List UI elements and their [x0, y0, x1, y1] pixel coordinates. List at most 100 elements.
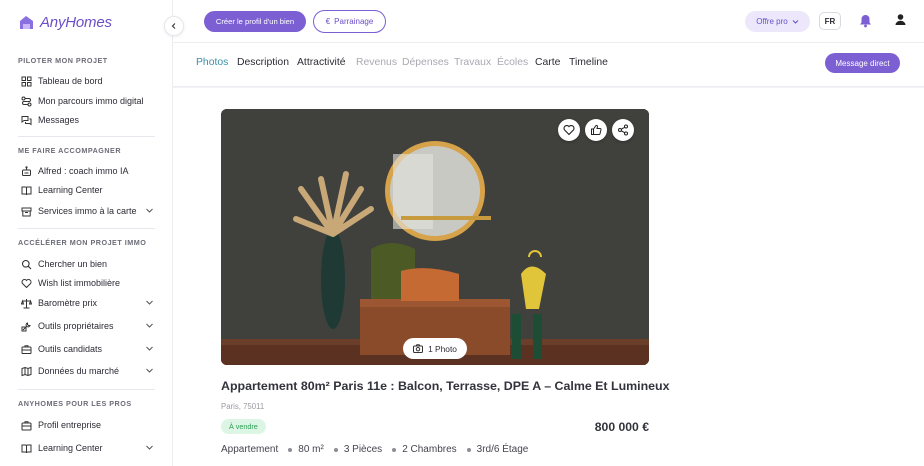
book-icon: [20, 442, 32, 454]
feature-separator: [392, 447, 397, 452]
top-bar: Créer le profil d'un bien € Parrainage O…: [173, 0, 924, 43]
feature-bedrooms: 2 Chambres: [402, 444, 457, 455]
sidebar-item-label: Learning Center: [38, 185, 103, 195]
feature-type: Appartement: [221, 444, 279, 455]
section-title-accompagner: ME FAIRE ACCOMPAGNER: [18, 146, 122, 155]
route-icon: [20, 95, 32, 107]
chevron-down-icon[interactable]: [145, 366, 154, 375]
share-icon: [618, 124, 628, 136]
tab-ecoles[interactable]: Écoles: [497, 57, 528, 68]
logo-icon: [18, 14, 35, 31]
tab-photos[interactable]: Photos: [196, 57, 228, 68]
referral-label: Parrainage: [334, 17, 374, 26]
sidebar-item-profil-entreprise[interactable]: Profil entreprise: [20, 416, 158, 434]
sidebar-item-label: Services immo à la carte: [38, 206, 137, 216]
tools-icon: [20, 320, 32, 332]
sidebar: AnyHomes PILOTER MON PROJET Tableau de b…: [0, 0, 173, 466]
photo-count-button[interactable]: 1 Photo: [403, 338, 467, 359]
building-icon: [20, 419, 32, 431]
bell-icon[interactable]: [859, 14, 872, 28]
sidebar-item-learning-center-pro[interactable]: Learning Center: [20, 439, 158, 457]
scale-icon: [20, 297, 32, 309]
heart-icon: [563, 124, 575, 136]
sidebar-item-label: Chercher un bien: [38, 259, 108, 269]
section-title-piloter: PILOTER MON PROJET: [18, 56, 108, 65]
sidebar-item-tableau-de-bord[interactable]: Tableau de bord: [20, 72, 158, 90]
feature-rooms: 3 Pièces: [343, 444, 383, 455]
sidebar-divider: [18, 389, 155, 390]
feature-separator: [333, 447, 338, 452]
sidebar-item-label: Tableau de bord: [38, 76, 103, 86]
chevron-down-icon: [792, 20, 799, 24]
offer-label: Offre pro: [756, 17, 788, 26]
box-icon: [20, 205, 32, 217]
robot-icon: [20, 165, 32, 177]
section-title-accelerer: ACCÉLÉRER MON PROJET IMMO: [18, 238, 147, 247]
chevron-down-icon[interactable]: [145, 344, 154, 353]
sidebar-item-label: Wish list immobilière: [38, 278, 121, 288]
share-button[interactable]: [612, 119, 634, 141]
section-title-pros: ANYHOMES POUR LES PROS: [18, 399, 132, 408]
map-icon: [20, 365, 32, 377]
feature-surface: 80 m²: [298, 444, 324, 455]
sidebar-item-label: Données du marché: [38, 366, 120, 376]
listing-content: 1 Photo Appartement 80m² Paris 11e : Bal…: [173, 88, 924, 466]
chevron-down-icon[interactable]: [145, 321, 154, 330]
sidebar-item-label: Alfred : coach immo IA: [38, 166, 129, 176]
tab-description[interactable]: Description: [237, 57, 289, 68]
sidebar-item-outils-proprietaires[interactable]: Outils propriétaires: [20, 317, 158, 335]
sidebar-item-label: Outils propriétaires: [38, 321, 114, 331]
tab-carte[interactable]: Carte: [535, 57, 560, 68]
tab-travaux[interactable]: Travaux: [454, 57, 491, 68]
favorite-button[interactable]: [558, 119, 580, 141]
thumbs-up-icon: [591, 124, 602, 135]
sidebar-item-label: Baromètre prix: [38, 298, 98, 308]
feature-separator: [288, 447, 293, 452]
sidebar-item-barometre[interactable]: Baromètre prix: [20, 294, 158, 312]
chat-icon: [20, 114, 32, 126]
listing-title: Appartement 80m² Paris 11e : Balcon, Ter…: [221, 379, 670, 393]
referral-button[interactable]: € Parrainage: [313, 10, 386, 33]
chevron-down-icon[interactable]: [145, 206, 154, 215]
logo[interactable]: AnyHomes: [18, 14, 112, 31]
sidebar-item-label: Messages: [38, 115, 80, 125]
property-photo[interactable]: 1 Photo: [221, 109, 649, 365]
euro-icon: €: [325, 17, 331, 26]
briefcase-icon: [20, 343, 32, 355]
offer-dropdown[interactable]: Offre pro: [745, 11, 810, 32]
listing-address: Paris, 75011: [221, 402, 265, 411]
listing-price: 800 000 €: [594, 420, 649, 434]
sidebar-item-chercher[interactable]: Chercher un bien: [20, 255, 158, 273]
property-photo-image: [221, 109, 649, 365]
sidebar-item-messages[interactable]: Messages: [20, 111, 158, 129]
sidebar-item-learning-center[interactable]: Learning Center: [20, 181, 158, 199]
language-selector[interactable]: FR: [819, 12, 841, 30]
tabs-bar: Photos Description Attractivité Revenus …: [173, 43, 924, 87]
sidebar-item-wishlist[interactable]: Wish list immobilière: [20, 274, 158, 292]
listing-features: Appartement 80 m² 3 Pièces 2 Chambres 3r…: [221, 444, 528, 455]
tab-revenus[interactable]: Revenus: [356, 57, 397, 68]
tab-attractivite[interactable]: Attractivité: [297, 57, 346, 68]
collapse-sidebar-button[interactable]: [164, 16, 184, 36]
sidebar-item-outils-candidats[interactable]: Outils candidats: [20, 340, 158, 358]
tab-depenses[interactable]: Dépenses: [402, 57, 449, 68]
user-icon[interactable]: [894, 13, 907, 26]
heart-icon: [20, 277, 32, 289]
status-badge: À vendre: [221, 419, 266, 434]
sidebar-item-parcours[interactable]: Mon parcours immo digital: [20, 92, 158, 110]
create-property-profile-button[interactable]: Créer le profil d'un bien: [204, 11, 306, 32]
grid-icon: [20, 75, 32, 87]
photo-count-label: 1 Photo: [428, 343, 457, 354]
chevron-down-icon[interactable]: [145, 443, 154, 452]
like-button[interactable]: [585, 119, 607, 141]
feature-separator: [466, 447, 471, 452]
chevron-down-icon[interactable]: [145, 298, 154, 307]
direct-message-button[interactable]: Message direct: [825, 53, 900, 73]
tab-timeline[interactable]: Timeline: [569, 57, 608, 68]
chevron-left-icon: [171, 23, 176, 29]
sidebar-item-alfred[interactable]: Alfred : coach immo IA: [20, 162, 158, 180]
sidebar-item-services[interactable]: Services immo à la carte: [20, 202, 158, 220]
sidebar-item-donnees-marche[interactable]: Données du marché: [20, 362, 158, 380]
sidebar-item-label: Outils candidats: [38, 344, 103, 354]
logo-text: AnyHomes: [40, 14, 112, 31]
